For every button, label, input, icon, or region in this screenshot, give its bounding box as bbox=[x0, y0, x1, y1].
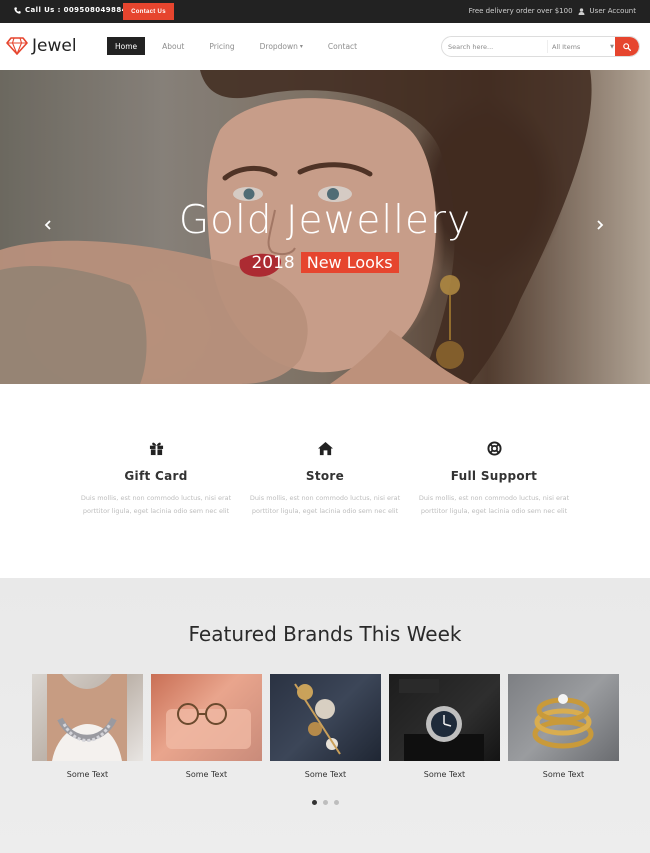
search-button[interactable] bbox=[615, 37, 639, 56]
chevron-left-icon bbox=[44, 220, 51, 230]
slider-next-button[interactable] bbox=[593, 217, 607, 233]
brand-image-watch[interactable] bbox=[389, 674, 500, 761]
category-select[interactable]: All Items ▼ bbox=[547, 40, 617, 53]
feature-text: Duis mollis, est non commodo luctus, nis… bbox=[249, 494, 401, 515]
chevron-right-icon bbox=[597, 220, 604, 230]
user-icon bbox=[578, 7, 584, 15]
nav-contact[interactable]: Contact bbox=[320, 37, 365, 55]
hero-title: Gold Jewellery bbox=[178, 198, 472, 243]
category-select-value: All Items bbox=[552, 42, 581, 51]
top-bar: Call Us : 00950804988456 Contact Us Free… bbox=[0, 0, 650, 23]
caret-icon: ▼ bbox=[610, 43, 614, 50]
topbar-right: Free delivery order over $100 User Accou… bbox=[469, 7, 636, 15]
brand-caption: Some Text bbox=[542, 770, 585, 779]
main-nav: Home About Pricing Dropdown ▾ Contact bbox=[107, 37, 374, 55]
carousel-dot[interactable] bbox=[322, 800, 328, 805]
call-info: Call Us : 00950804988456 bbox=[14, 6, 137, 14]
phone-icon bbox=[14, 6, 21, 14]
brand-card[interactable]: Some Text bbox=[270, 674, 381, 779]
feature-store: Store Duis mollis, est non commodo luctu… bbox=[240, 441, 410, 518]
feature-text: Duis mollis, est non commodo luctus, nis… bbox=[418, 494, 570, 515]
nav-dropdown[interactable]: Dropdown ▾ bbox=[252, 37, 311, 55]
nav-about[interactable]: About bbox=[154, 37, 192, 55]
brand-card[interactable]: Some Text bbox=[151, 674, 262, 779]
brooch-image bbox=[294, 683, 341, 755]
brand-card[interactable]: Some Text bbox=[389, 674, 500, 779]
delivery-text: Free delivery order over $100 bbox=[468, 7, 573, 15]
rings-image bbox=[532, 694, 594, 749]
section-title: Featured Brands This Week bbox=[188, 622, 462, 646]
chevron-down-icon: ▾ bbox=[299, 42, 303, 50]
support-icon bbox=[486, 441, 502, 456]
diamond-icon bbox=[6, 37, 28, 55]
brand-image-rings[interactable] bbox=[508, 674, 619, 761]
search-input[interactable] bbox=[448, 41, 538, 53]
necklace-image bbox=[47, 674, 127, 761]
feature-title: Store bbox=[305, 469, 345, 483]
brand-caption: Some Text bbox=[185, 770, 228, 779]
logo[interactable]: Jewel bbox=[6, 36, 77, 56]
brand-image-glasses[interactable] bbox=[151, 674, 262, 761]
brand-image-necklace[interactable] bbox=[32, 674, 143, 761]
feature-title: Gift Card bbox=[124, 469, 188, 483]
brand-card[interactable]: Some Text bbox=[508, 674, 619, 779]
hero-subtitle: 2018 New Looks bbox=[0, 252, 650, 273]
feature-title: Full Support bbox=[450, 469, 538, 483]
brand-caption: Some Text bbox=[304, 770, 347, 779]
navbar: Jewel Home About Pricing Dropdown ▾ Conta… bbox=[0, 23, 650, 70]
feature-gift-card: Gift Card Duis mollis, est non commodo l… bbox=[71, 441, 241, 518]
brand-card[interactable]: Some Text bbox=[32, 674, 143, 779]
nav-pricing[interactable]: Pricing bbox=[201, 37, 242, 55]
call-text: Call Us : 00950804988456 bbox=[25, 6, 138, 14]
feature-text: Duis mollis, est non commodo luctus, nis… bbox=[80, 494, 232, 515]
gift-icon bbox=[149, 442, 163, 456]
hero-badge: New Looks bbox=[300, 252, 399, 273]
watch-image bbox=[399, 679, 484, 761]
features-section: Gift Card Duis mollis, est non commodo l… bbox=[0, 384, 650, 578]
carousel-dots bbox=[0, 800, 650, 805]
carousel-dot[interactable] bbox=[333, 800, 339, 805]
nav-home[interactable]: Home bbox=[107, 37, 146, 55]
brand-image-brooch[interactable] bbox=[270, 674, 381, 761]
search-bar: All Items ▼ bbox=[441, 36, 640, 57]
hero-year: 2018 bbox=[251, 252, 295, 273]
logo-text: Jewel bbox=[32, 36, 77, 56]
search-icon bbox=[623, 42, 631, 51]
home-icon bbox=[317, 441, 333, 456]
feature-full-support: Full Support Duis mollis, est non commod… bbox=[409, 441, 579, 518]
contact-us-button[interactable]: Contact Us bbox=[123, 3, 174, 20]
featured-brands-section: Featured Brands This Week Some Text Some… bbox=[0, 578, 650, 853]
carousel-dot[interactable] bbox=[311, 800, 317, 805]
user-account-link[interactable]: User Account bbox=[590, 7, 636, 15]
nav-dropdown-label: Dropdown bbox=[259, 41, 298, 51]
brand-caption: Some Text bbox=[423, 770, 466, 779]
brand-caption: Some Text bbox=[66, 770, 109, 779]
slider-prev-button[interactable] bbox=[41, 217, 55, 233]
glasses-image bbox=[166, 703, 251, 749]
hero-slider: Gold Jewellery 2018 New Looks bbox=[0, 70, 650, 384]
